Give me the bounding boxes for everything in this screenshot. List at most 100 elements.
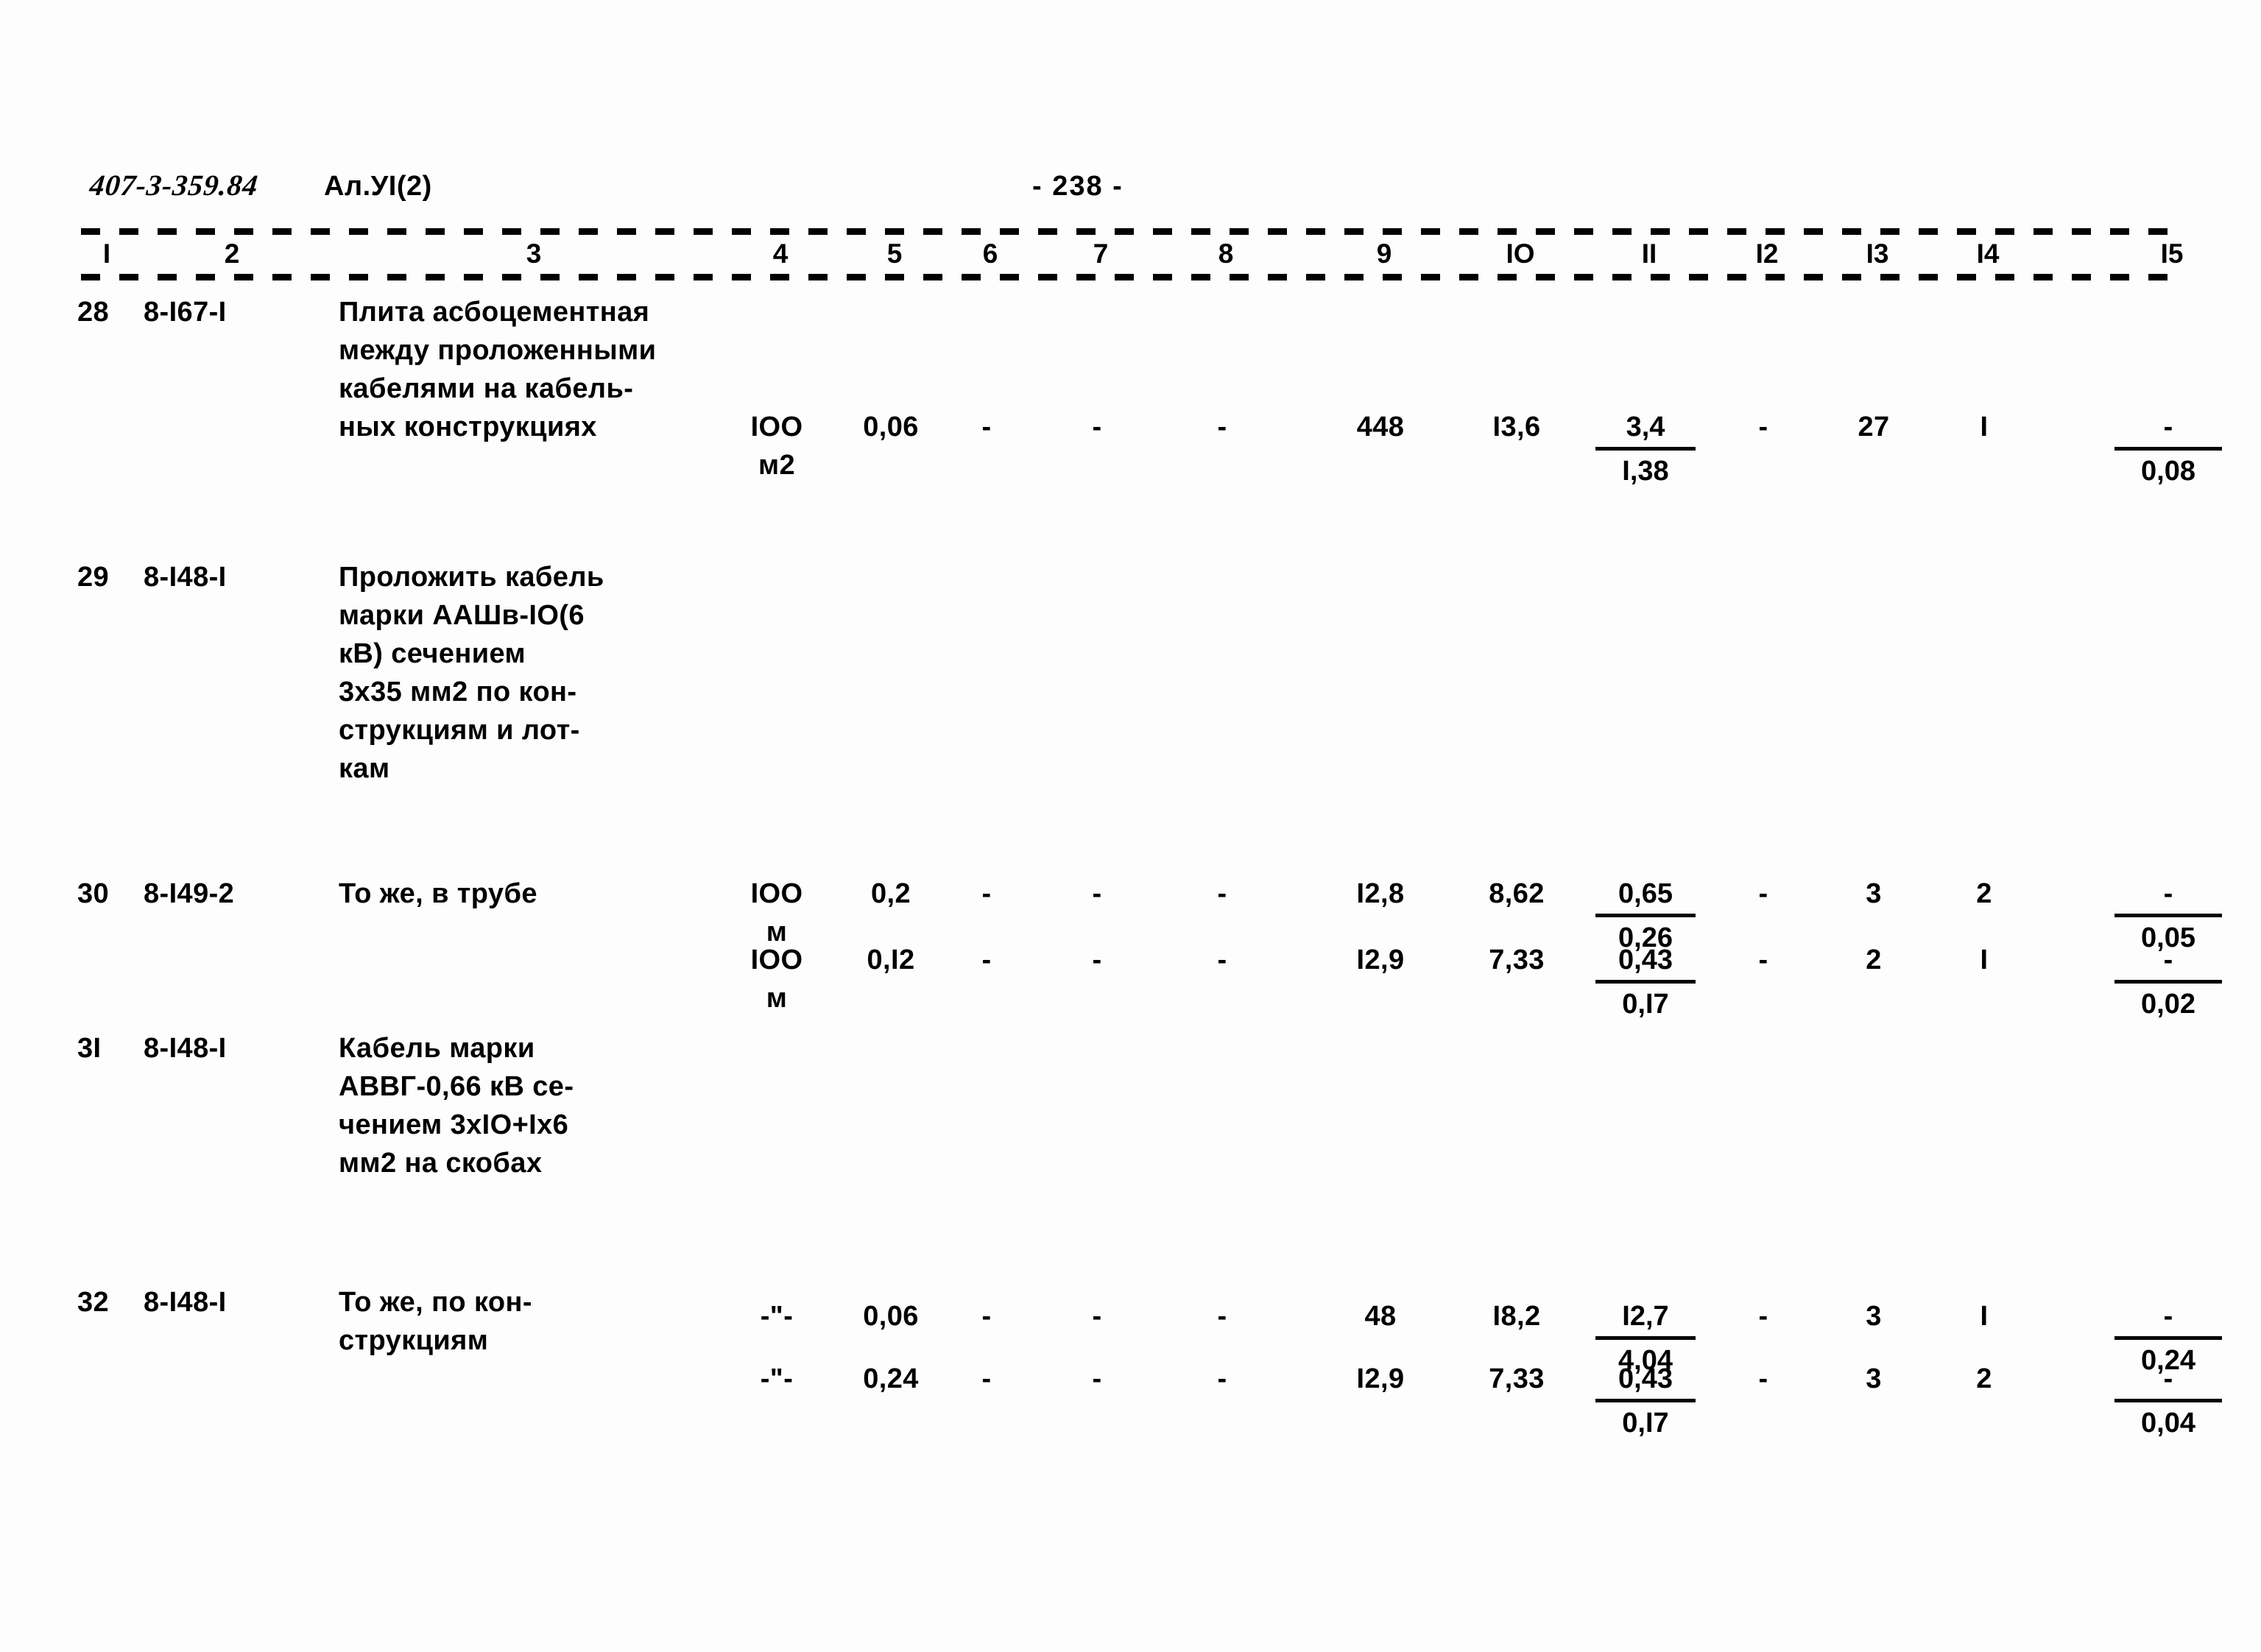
column13-value: 27 [1858, 412, 1890, 442]
description-line: чением 3хIO+Iх6 [339, 1109, 569, 1140]
column15-fraction-denominator: 0,05 [2141, 922, 2195, 953]
description-line: струкциям [339, 1325, 489, 1356]
table-row: 28 8-I67-I Плита асбоцементная между пролож… [0, 293, 2261, 543]
column6-value: - [981, 1363, 992, 1394]
quantity-value: 0,24 [863, 1363, 919, 1394]
description-line: 3х35 мм2 по кон- [339, 677, 577, 707]
description-line: То же, по кон- [339, 1287, 532, 1318]
column13-value: 3 [1866, 1363, 1882, 1394]
column14-value: 2 [1976, 1363, 1992, 1394]
column-number-13: I3 [1841, 237, 1914, 271]
description-line: Кабель марки [339, 1033, 535, 1064]
column-number-11: II [1590, 237, 1708, 271]
column-number-10: IO [1465, 237, 1576, 271]
column15-fraction-denominator: 0,08 [2141, 456, 2195, 487]
column-number-9: 9 [1333, 237, 1436, 271]
column11-fraction-bar [1595, 447, 1696, 451]
column11-fraction-bar [1595, 914, 1696, 917]
column-number-1: I [77, 237, 136, 271]
column-number-5: 5 [836, 237, 953, 271]
column7-value: - [1092, 412, 1102, 442]
row-index: 30 [77, 878, 110, 909]
column-number-15: I5 [2109, 237, 2234, 271]
document-code: 407-3-359.84 [88, 169, 261, 202]
column11-fraction-denominator: I,38 [1622, 456, 1669, 487]
column15-fraction-numerator: - [2163, 1363, 2173, 1394]
description-line: мм2 на скобах [339, 1148, 543, 1179]
column7-value: - [1092, 878, 1102, 909]
work-description: То же, по кон-струкциям [339, 1283, 722, 1360]
column10-value: 7,33 [1489, 1363, 1545, 1394]
description-line: струкциям и лот- [339, 715, 580, 746]
description-line: марки ААШв-IO(6 [339, 600, 585, 631]
measure-unit-line: IOO [750, 412, 803, 442]
measure-unit-line: м2 [758, 450, 796, 481]
column11-fraction-denominator: 0,26 [1618, 922, 1673, 953]
column-number-8: 8 [1193, 237, 1259, 271]
column-number-2: 2 [144, 237, 320, 271]
column-number-14: I4 [1951, 237, 2025, 271]
column6-value: - [981, 878, 992, 909]
work-description: Проложить кабель марки ААШв-IO(6 кВ) сечен… [339, 558, 722, 788]
column14-value: 2 [1976, 878, 1992, 909]
column12-value: - [1758, 878, 1768, 909]
description-line: кам [339, 753, 390, 784]
column14-value: I [1980, 412, 1989, 442]
column15-fraction-bar [2114, 447, 2222, 451]
column-number-3: 3 [339, 237, 729, 271]
description-line: АВВГ-0,66 кВ се- [339, 1071, 574, 1102]
norm-code: 8-I48-I [144, 562, 227, 593]
description-line: ных конструкциях [339, 412, 597, 442]
column15-fraction-numerator: - [2163, 412, 2173, 442]
column-number-7: 7 [1068, 237, 1134, 271]
column11-fraction: 0,65 0,26 [1590, 875, 1701, 957]
column-number-4: 4 [736, 237, 825, 271]
column10-value: I3,6 [1492, 412, 1541, 442]
column-number-row: I 2 3 4 5 6 7 8 9 IO II I2 I3 I4 I5 [0, 237, 2261, 275]
album-reference: Ал.УI(2) [324, 171, 432, 202]
quantity-value: 0,06 [863, 412, 919, 442]
column8-value: - [1217, 878, 1227, 909]
row-index: 28 [77, 297, 110, 328]
column11-fraction-numerator: 0,43 [1618, 1363, 1673, 1394]
row-index: 29 [77, 562, 110, 593]
norm-code: 8-I67-I [144, 297, 227, 328]
column8-value: - [1217, 412, 1227, 442]
column-number-6: 6 [957, 237, 1023, 271]
measure-unit: IOO м2 [736, 408, 817, 484]
labour-value: 448 [1356, 412, 1405, 442]
column11-fraction-numerator: 0,65 [1618, 878, 1673, 909]
document-header: 407-3-359.84 Ал.УI(2) - 238 - [88, 168, 2181, 215]
column10-value: 8,62 [1489, 878, 1545, 909]
column11-fraction: 0,43 0,I7 [1590, 1360, 1701, 1442]
column15-fraction: - 0,05 [2109, 875, 2227, 957]
description-line: между проложенными [339, 335, 657, 366]
norm-code: 8-I49-2 [144, 878, 235, 909]
work-description: Кабель марки АВВГ-0,66 кВ се-чением 3хIO+… [339, 1029, 722, 1182]
column11-fraction-bar [1595, 1399, 1696, 1402]
column8-value: - [1217, 1363, 1227, 1394]
quantity-value: 0,2 [870, 878, 911, 909]
description-line: кВ) сечением [339, 638, 526, 669]
column11-fraction: 3,4 I,38 [1590, 408, 1701, 490]
table-rule-top [81, 228, 2183, 235]
description-line: То же, в трубе [339, 878, 537, 909]
column15-fraction-bar [2114, 1399, 2222, 1402]
column-number-12: I2 [1734, 237, 1800, 271]
column7-value: - [1092, 1363, 1102, 1394]
description-line: кабелями на кабель- [339, 373, 634, 404]
document-page: 407-3-359.84 Ал.УI(2) - 238 - I23456789I… [0, 0, 2261, 1652]
measure-unit-line: -"- [760, 1363, 794, 1394]
column12-value: - [1758, 412, 1768, 442]
work-description: То же, в трубе [339, 875, 722, 913]
norm-code: 8-I48-I [144, 1287, 227, 1318]
page-number: - 238 - [1032, 171, 1124, 202]
column15-fraction: - 0,08 [2109, 408, 2227, 490]
measure-unit-line: м [766, 917, 788, 947]
column15-fraction-numerator: - [2163, 878, 2173, 909]
table-row: 3 2 8-I48-I То же, по кон-струкциям -"- 0,24 -… [0, 1283, 2261, 1533]
table-row: 29 8-I48-I Проложить кабель марки ААШв-IO(6… [0, 558, 2261, 1020]
labour-value: I2,9 [1356, 1363, 1405, 1394]
column11-fraction-numerator: 3,4 [1626, 412, 1665, 442]
description-line: Плита асбоцементная [339, 297, 650, 328]
